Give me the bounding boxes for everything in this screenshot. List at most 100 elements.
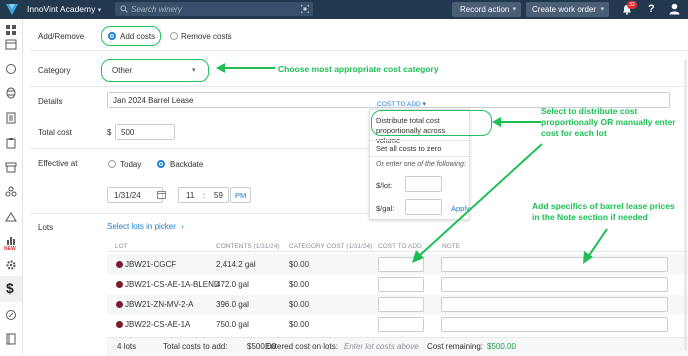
settings-icon[interactable] bbox=[5, 259, 17, 271]
compass-icon[interactable] bbox=[5, 309, 17, 321]
scrollbar[interactable] bbox=[684, 60, 687, 350]
lot-name: JBW21-CS-AE-1A-BLEND bbox=[125, 280, 220, 289]
lot-color-dot bbox=[116, 261, 123, 268]
new-label: NEW bbox=[4, 246, 16, 252]
divider bbox=[30, 86, 688, 87]
arrow-down-left-icon bbox=[583, 228, 608, 264]
cost-to-add-menu-toggle[interactable]: COST TO ADD ▾ bbox=[377, 100, 426, 108]
add-costs-radio[interactable] bbox=[108, 32, 116, 40]
search-input[interactable]: Search winery bbox=[115, 2, 313, 16]
barrels-stack-icon[interactable] bbox=[5, 186, 17, 198]
cost-to-add-input[interactable] bbox=[378, 297, 424, 312]
record-action-button[interactable]: Record action ▾ bbox=[452, 2, 521, 17]
minute-value: 59 bbox=[214, 191, 223, 200]
vineyard-icon[interactable] bbox=[5, 210, 17, 222]
select-lots-label: Select lots in picker bbox=[107, 222, 176, 231]
remove-costs-radio[interactable] bbox=[170, 32, 178, 40]
total-costs-label: Total costs to add: bbox=[163, 342, 228, 351]
time-input[interactable]: 11 : 59 bbox=[178, 187, 229, 203]
select-lots-link[interactable]: Select lots in picker › bbox=[107, 222, 184, 231]
distribute-annotation: Select to distribute cost proportionally… bbox=[541, 106, 676, 138]
chevron-down-icon: ▾ bbox=[512, 6, 516, 13]
category-label: Category bbox=[38, 66, 71, 75]
date-input[interactable]: 1/31/24 bbox=[107, 187, 163, 203]
circle-icon[interactable] bbox=[5, 63, 17, 75]
note-annotation: Add specifics of barrel lease prices in … bbox=[532, 201, 675, 222]
today-label: Today bbox=[120, 160, 142, 169]
details-value: Jan 2024 Barrel Lease bbox=[113, 96, 194, 105]
app-logo-icon[interactable] bbox=[5, 3, 19, 16]
lot-name: JBW21-CGCF bbox=[125, 260, 177, 269]
divider bbox=[30, 50, 688, 51]
lots-count: 4 lots bbox=[117, 342, 137, 351]
grid-icon[interactable] bbox=[5, 24, 17, 36]
backdate-radio[interactable] bbox=[157, 160, 165, 168]
arrow-diagonal-icon bbox=[412, 143, 543, 263]
cost-to-add-input[interactable] bbox=[378, 277, 424, 292]
create-work-order-button[interactable]: Create work order ▾ bbox=[526, 2, 609, 17]
distribute-highlight bbox=[371, 110, 492, 136]
cost-remaining-value: $500.00 bbox=[487, 342, 516, 351]
total-cost-label: Total cost bbox=[38, 128, 72, 137]
lot-color-dot bbox=[116, 281, 123, 288]
totals-footer: 4 lots Total costs to add: $500.00 Enter… bbox=[107, 337, 688, 356]
entered-cost-value: Enter lot costs above bbox=[344, 342, 419, 351]
table-row[interactable]: JBW22-CS-AE-1A 750.0 gal $0.00 bbox=[107, 315, 688, 335]
lot-contents: 2,414.2 gal bbox=[216, 260, 256, 269]
user-icon[interactable] bbox=[669, 3, 680, 17]
book-icon[interactable] bbox=[5, 333, 17, 345]
table-row[interactable]: JBW21-ZN-MV-2-A 396.0 gal $0.00 bbox=[107, 295, 688, 315]
archive-icon[interactable] bbox=[5, 161, 17, 173]
scan-icon[interactable] bbox=[301, 5, 309, 13]
column-header-category-cost: CATEGORY COST (1/31/24) bbox=[289, 243, 373, 250]
per-lot-label: $/lot: bbox=[376, 181, 393, 190]
add-remove-label: Add/Remove bbox=[38, 32, 85, 41]
chevron-down-icon: ▾ bbox=[422, 101, 427, 108]
today-radio[interactable] bbox=[108, 160, 116, 168]
calendar-icon[interactable] bbox=[5, 38, 17, 50]
lot-contents: 472.0 gal bbox=[216, 280, 249, 289]
workspace-name: InnoVint Academy bbox=[27, 4, 96, 14]
note-input[interactable] bbox=[441, 317, 668, 332]
details-label: Details bbox=[38, 97, 63, 106]
table-row[interactable]: JBW21-CS-AE-1A-BLEND 472.0 gal $0.00 bbox=[107, 275, 688, 295]
workspace-switcher[interactable]: InnoVint Academy ▾ bbox=[27, 4, 101, 14]
add-costs-label: Add costs bbox=[120, 32, 156, 41]
barrel-icon[interactable] bbox=[5, 87, 17, 99]
arrow-left-icon bbox=[492, 117, 541, 127]
entered-cost-label: Entered cost on lots: bbox=[265, 342, 338, 351]
calendar-icon[interactable] bbox=[157, 190, 166, 201]
category-select[interactable]: Other ▾ bbox=[107, 63, 203, 78]
create-work-order-label: Create work order bbox=[532, 5, 597, 14]
clipboard-icon[interactable] bbox=[5, 137, 17, 149]
lots-label: Lots bbox=[38, 223, 54, 232]
lot-color-dot bbox=[116, 321, 123, 328]
lot-category-cost: $0.00 bbox=[289, 280, 310, 289]
notification-badge: 32 bbox=[627, 1, 638, 9]
lot-category-cost: $0.00 bbox=[289, 260, 310, 269]
ampm-value: PM bbox=[235, 191, 247, 200]
note-input[interactable] bbox=[441, 277, 668, 292]
document-icon[interactable] bbox=[5, 112, 17, 124]
lot-name: JBW22-CS-AE-1A bbox=[125, 320, 191, 329]
currency-symbol: $ bbox=[107, 128, 112, 137]
lot-contents: 396.0 gal bbox=[216, 300, 249, 309]
ampm-toggle[interactable]: PM bbox=[230, 187, 251, 203]
lot-category-cost: $0.00 bbox=[289, 320, 310, 329]
column-header-contents: CONTENTS (1/31/24) bbox=[216, 243, 280, 250]
lot-category-cost: $0.00 bbox=[289, 300, 310, 309]
cost-to-add-input[interactable] bbox=[378, 317, 424, 332]
lot-name: JBW21-ZN-MV-2-A bbox=[125, 300, 194, 309]
reports-icon[interactable] bbox=[5, 234, 17, 246]
category-value: Other bbox=[112, 66, 133, 75]
search-icon bbox=[120, 5, 128, 13]
divider bbox=[30, 213, 370, 214]
note-input[interactable] bbox=[441, 297, 668, 312]
dollar-icon[interactable]: $ bbox=[6, 280, 14, 296]
category-annotation: Choose most appropriate cost category bbox=[278, 64, 439, 74]
divider bbox=[30, 148, 370, 149]
chevron-down-icon: ▾ bbox=[600, 6, 604, 13]
lot-contents: 750.0 gal bbox=[216, 320, 249, 329]
help-icon[interactable]: ? bbox=[648, 3, 655, 15]
total-cost-input[interactable]: 500 bbox=[115, 124, 175, 140]
